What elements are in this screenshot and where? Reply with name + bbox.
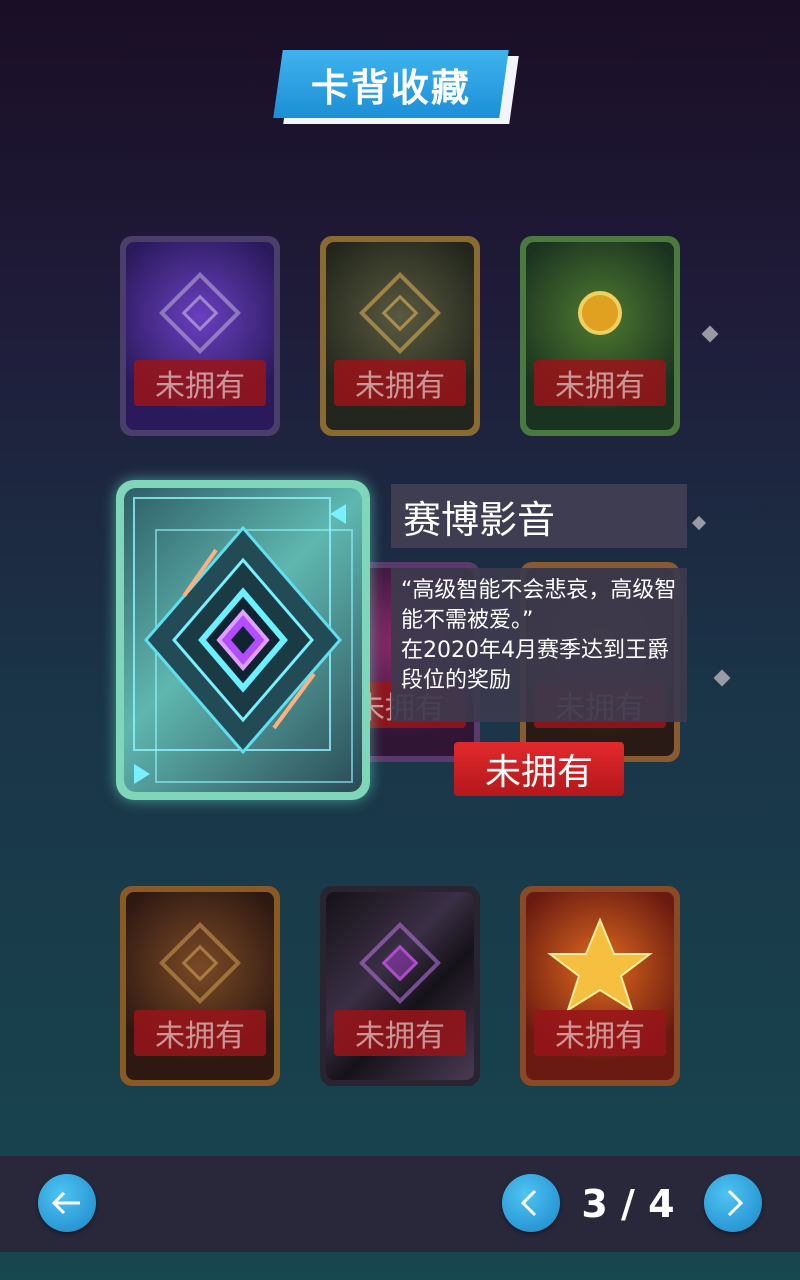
cyber-card-art bbox=[124, 488, 362, 792]
medal-icon bbox=[578, 291, 622, 336]
row-indicator-diamond bbox=[691, 515, 707, 531]
unowned-label: 未拥有 bbox=[534, 1010, 666, 1056]
prev-page-button[interactable] bbox=[502, 1174, 560, 1232]
unowned-label: 未拥有 bbox=[534, 360, 666, 406]
next-page-button[interactable] bbox=[704, 1174, 762, 1232]
page-indicator: 3 / 4 bbox=[581, 1182, 675, 1226]
card-quote: “高级智能不会悲哀，高级智能不需被爱。” bbox=[401, 578, 677, 633]
card-description-panel: “高级智能不会悲哀，高级智能不需被爱。” 在2020年4月赛季达到王爵段位的奖励 bbox=[391, 568, 687, 722]
unowned-label: 未拥有 bbox=[134, 360, 266, 406]
page-title-banner: 卡背收藏 bbox=[273, 50, 519, 124]
chevron-right-icon bbox=[727, 1189, 744, 1217]
row-indicator-diamond bbox=[713, 669, 731, 687]
chevron-left-icon bbox=[520, 1189, 537, 1217]
unowned-label: 未拥有 bbox=[334, 1010, 466, 1056]
title-box: 卡背收藏 bbox=[273, 50, 509, 118]
card-back-slot[interactable]: 未拥有 bbox=[320, 886, 480, 1086]
row-indicator-diamond bbox=[701, 325, 719, 343]
card-back-slot[interactable]: 未拥有 bbox=[120, 886, 280, 1086]
selected-card-back[interactable] bbox=[116, 480, 370, 800]
card-back-slot[interactable]: 未拥有 bbox=[120, 236, 280, 436]
bottom-navigation-bar bbox=[0, 1156, 800, 1252]
unowned-label: 未拥有 bbox=[134, 1010, 266, 1056]
arrow-left-icon bbox=[51, 1191, 80, 1215]
card-name: 赛博影音 bbox=[403, 497, 556, 542]
unowned-label: 未拥有 bbox=[334, 360, 466, 406]
cyber-emblem-icon bbox=[133, 497, 353, 784]
selected-status-badge: 未拥有 bbox=[454, 742, 624, 796]
card-back-slot[interactable]: 未拥有 bbox=[320, 236, 480, 436]
page-title: 卡背收藏 bbox=[310, 65, 471, 110]
card-back-slot[interactable]: 未拥有 bbox=[520, 236, 680, 436]
card-reward-text: 在2020年4月赛季达到王爵段位的奖励 bbox=[401, 638, 669, 693]
card-back-slot[interactable]: 未拥有 bbox=[520, 886, 680, 1086]
back-button[interactable] bbox=[38, 1174, 96, 1232]
card-name-panel: 赛博影音 bbox=[391, 484, 687, 548]
